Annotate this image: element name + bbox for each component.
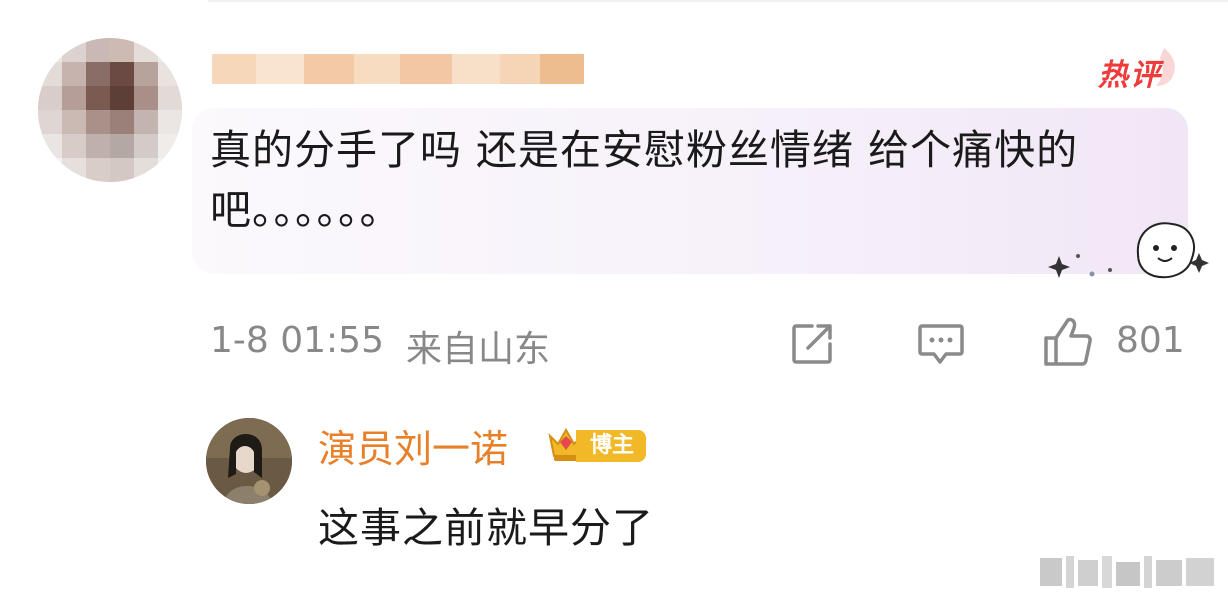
commenter-avatar-blurred[interactable] — [38, 38, 182, 182]
bubble-sticker-icon — [1048, 222, 1209, 279]
comment-ip-region: 来自山东 — [406, 329, 551, 370]
weibo-comment-screen: 热评 真的分手了吗 还是在安慰粉丝情绪 给个痛快的吧。。。。。。 1-8 01:… — [0, 0, 1228, 600]
watermark-icon — [1040, 556, 1214, 588]
commenter-name-blurred[interactable] — [212, 40, 584, 98]
hot-badge-label: 热评 — [1098, 58, 1162, 93]
reply-text: 这事之前就早分了 — [318, 504, 654, 552]
comment-timestamp: 1-8 01:55 — [210, 320, 384, 361]
share-icon[interactable] — [788, 320, 836, 368]
reply-author-name[interactable]: 演员刘一诺 — [318, 418, 508, 473]
reply-author-avatar[interactable] — [206, 418, 292, 504]
blogger-tag: 博主 — [576, 430, 647, 462]
hot-comment-badge: 热评 — [1094, 44, 1182, 93]
like-count: 801 — [1116, 320, 1185, 361]
like-icon[interactable] — [1040, 314, 1096, 370]
comment-text: 真的分手了吗 还是在安慰粉丝情绪 给个痛快的吧。。。。。。 — [210, 126, 1079, 234]
comment-icon[interactable] — [916, 320, 966, 368]
top-divider — [208, 0, 1228, 2]
